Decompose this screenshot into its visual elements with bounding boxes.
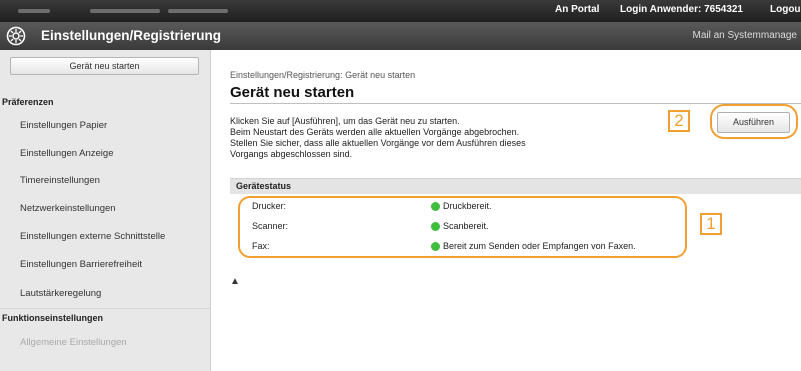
blurred-device-name (90, 9, 160, 13)
sidebar-item-accessibility[interactable]: Einstellungen Barrierefreiheit (20, 259, 142, 270)
printer-status-ok-icon (431, 202, 440, 211)
fax-status-ok-icon (431, 242, 440, 251)
description-line: Beim Neustart des Geräts werden alle akt… (230, 127, 520, 137)
sidebar-item-general-settings[interactable]: Allgemeine Einstellungen (20, 337, 127, 348)
blurred-device-name (168, 9, 228, 13)
sidebar-item-external-interface[interactable]: Einstellungen externe Schnittstelle (20, 231, 165, 242)
sidebar-restart-button[interactable]: Gerät neu starten (10, 57, 199, 75)
sidebar: Gerät neu starten Präferenzen Einstellun… (0, 50, 211, 371)
printer-status-label: Drucker: (252, 201, 287, 211)
app-title: Einstellungen/Registrierung (41, 28, 222, 43)
callout-number-1: 1 (700, 213, 722, 235)
logout-link[interactable]: Logou (770, 4, 801, 15)
device-status-header: Gerätestatus (230, 178, 801, 194)
title-bar: Einstellungen/Registrierung Mail an Syst… (0, 22, 801, 50)
sidebar-item-timer[interactable]: Timereinstellungen (20, 175, 100, 186)
blurred-device-name (18, 9, 50, 13)
sidebar-item-volume[interactable]: Lautstärkeregelung (20, 288, 101, 299)
printer-status-value: Druckbereit. (443, 201, 492, 211)
fax-status-label: Fax: (252, 241, 270, 251)
sidebar-item-display[interactable]: Einstellungen Anzeige (20, 148, 114, 159)
scanner-status-label: Scanner: (252, 221, 289, 231)
mail-to-admin-link[interactable]: Mail an Systemmanage (693, 30, 798, 41)
back-to-top-icon[interactable]: ▲ (230, 276, 240, 287)
section-preferences: Präferenzen (2, 97, 54, 107)
title-divider (230, 103, 801, 104)
description-line: Klicken Sie auf [Ausführen], um das Gerä… (230, 116, 460, 126)
sidebar-item-paper[interactable]: Einstellungen Papier (20, 120, 107, 131)
sidebar-divider (0, 308, 210, 309)
description-line: Vorgangs abgeschlossen sind. (230, 149, 353, 159)
page-title: Gerät neu starten (230, 84, 355, 101)
run-button[interactable]: Ausführen (717, 112, 790, 133)
description-line: Stellen Sie sicher, dass alle aktuellen … (230, 138, 526, 148)
scanner-status-ok-icon (431, 222, 440, 231)
portal-link[interactable]: An Portal (555, 4, 599, 15)
top-bar: An Portal Login Anwender: 7654321 Logou (0, 0, 801, 22)
callout-number-2: 2 (668, 110, 690, 132)
scanner-status-value: Scanbereit. (443, 221, 489, 231)
breadcrumb[interactable]: Einstellungen/Registrierung: Gerät neu s… (230, 70, 415, 80)
sidebar-item-network[interactable]: Netzwerkeinstellungen (20, 203, 116, 214)
login-user-label: Login Anwender: 7654321 (620, 4, 743, 15)
fax-status-value: Bereit zum Senden oder Empfangen von Fax… (443, 241, 636, 251)
section-function-settings: Funktionseinstellungen (2, 313, 104, 323)
main-content: Einstellungen/Registrierung: Gerät neu s… (212, 50, 801, 371)
settings-icon (6, 26, 26, 46)
